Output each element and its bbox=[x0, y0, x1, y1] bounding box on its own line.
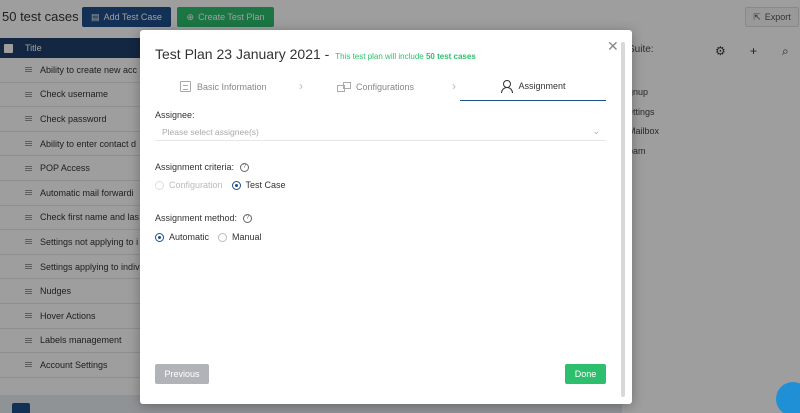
step-label: Assignment bbox=[518, 81, 566, 91]
criteria-test-case-radio[interactable]: Test Case bbox=[231, 180, 286, 190]
chat-widget-button[interactable] bbox=[776, 382, 800, 413]
radio-label: Test Case bbox=[245, 180, 286, 190]
criteria-label-text: Assignment criteria: bbox=[155, 162, 235, 172]
title-separator: - bbox=[320, 46, 334, 62]
plan-summary-count: 50 test cases bbox=[425, 52, 476, 61]
modal-scrollbar[interactable] bbox=[621, 42, 625, 397]
configurations-icon bbox=[337, 82, 351, 92]
method-manual-radio[interactable]: Manual bbox=[218, 232, 262, 242]
close-icon[interactable]: ✕ bbox=[607, 38, 619, 55]
radio-circle bbox=[155, 180, 164, 190]
method-label: Assignment method: ? bbox=[155, 213, 253, 223]
criteria-options: Configuration Test Case bbox=[155, 180, 286, 190]
criteria-configuration-radio: Configuration bbox=[155, 180, 223, 190]
document-icon bbox=[180, 81, 191, 92]
assignee-label: Assignee: bbox=[155, 110, 195, 120]
test-plan-modal: Test Plan 23 January 2021 - This test pl… bbox=[140, 30, 632, 404]
method-options: Automatic Manual bbox=[155, 232, 262, 242]
chevron-down-icon: ⌄ bbox=[592, 126, 600, 136]
plan-summary-prefix: This test plan will include bbox=[335, 52, 426, 61]
wizard-steps: Basic Information › Configurations › Ass… bbox=[155, 72, 606, 101]
chevron-right-icon: › bbox=[299, 79, 303, 93]
help-icon[interactable]: ? bbox=[240, 162, 250, 172]
radio-circle bbox=[155, 232, 164, 242]
step-configurations[interactable]: Configurations bbox=[337, 72, 457, 101]
help-icon[interactable]: ? bbox=[243, 213, 253, 223]
radio-label: Automatic bbox=[169, 232, 210, 242]
criteria-label: Assignment criteria: ? bbox=[155, 162, 250, 172]
radio-circle bbox=[231, 180, 241, 190]
previous-button[interactable]: Previous bbox=[155, 364, 209, 384]
modal-title: Test Plan 23 January 2021 - This test pl… bbox=[155, 46, 476, 62]
method-label-text: Assignment method: bbox=[155, 213, 238, 223]
done-button[interactable]: Done bbox=[565, 364, 606, 384]
plan-name: Test Plan 23 January 2021 bbox=[155, 46, 321, 62]
step-label: Basic Information bbox=[197, 81, 267, 92]
step-assignment[interactable]: Assignment bbox=[460, 72, 606, 101]
step-label: Configurations bbox=[356, 81, 415, 92]
assignee-select[interactable]: Please select assignee(s) ⌄ bbox=[155, 123, 606, 141]
plan-summary: This test plan will include 50 test case… bbox=[335, 52, 476, 61]
chevron-right-icon: › bbox=[452, 79, 456, 93]
step-basic-information[interactable]: Basic Information bbox=[180, 72, 300, 101]
method-automatic-radio[interactable]: Automatic bbox=[155, 232, 209, 242]
radio-label: Manual bbox=[232, 232, 262, 242]
radio-circle bbox=[218, 232, 228, 242]
assignee-placeholder: Please select assignee(s) bbox=[162, 126, 259, 137]
user-icon bbox=[500, 79, 514, 93]
assignee-label-text: Assignee: bbox=[155, 110, 195, 120]
radio-label: Configuration bbox=[169, 180, 223, 190]
